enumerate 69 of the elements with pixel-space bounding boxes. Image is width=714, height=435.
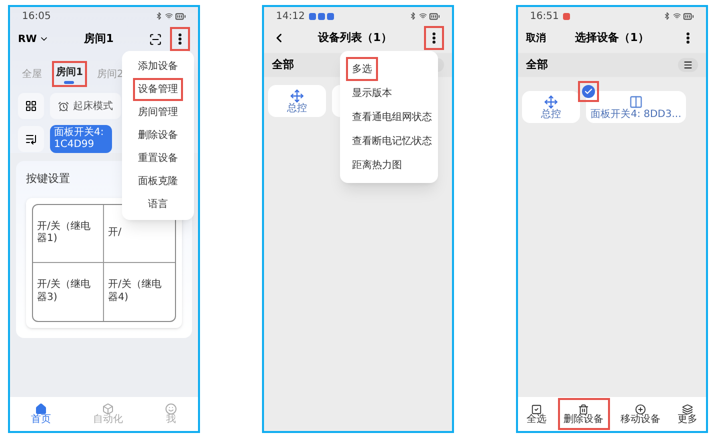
action-button[interactable]: 全选 [520,398,552,430]
menu-item[interactable]: 设备管理 [133,78,183,101]
room-tab[interactable]: 房间1 [52,61,87,87]
device-name: 总控 [541,110,561,120]
alarm-clock-icon [58,100,69,112]
home-selector[interactable]: RW [18,32,49,46]
scan-icon[interactable] [148,32,162,46]
menu-item[interactable]: 房间管理 [133,101,183,124]
cube-icon [102,403,114,415]
wifi-icon [165,12,173,20]
bluetooth-icon [155,12,163,20]
menu-item[interactable]: 多选 [346,57,378,81]
device-chip[interactable]: 面板开关4: 1C4D99 [50,125,112,153]
battery-icon [429,10,440,22]
status-time: 16:51 [530,10,559,24]
cancel-button[interactable]: 取消 [526,30,546,46]
screen-title: 设备列表（1） [318,30,392,46]
move-arrows-icon [290,88,304,102]
more-button[interactable] [170,27,190,51]
plus-circle-icon [635,404,646,414]
menu-item[interactable]: 显示版本 [346,81,398,105]
panel-icon [629,94,643,108]
bluetooth-icon [409,12,417,20]
menu-item[interactable]: 距离热力图 [346,153,408,177]
device-name: 面板开关4: 8DD3... [590,110,682,120]
device-name: 总控 [287,104,307,114]
menu-item[interactable]: 删除设备 [133,124,183,147]
menu-item[interactable]: 查看通电组网状态 [346,105,438,129]
screen-title: 选择设备（1） [575,30,649,46]
checkbox-square-icon [531,404,542,414]
screen-title: 房间1 [84,30,114,47]
layers-icon [682,404,693,414]
device-card[interactable]: 总控 [268,85,326,117]
action-button[interactable]: 更多 [672,398,704,430]
card-title: 按键设置 [26,171,70,187]
status-time: 14:12 [276,10,305,24]
menu-item[interactable]: 添加设备 [133,55,183,78]
bluetooth-icon [663,12,671,20]
group-label: 全部 [272,56,294,73]
move-arrows-icon [544,94,558,108]
more-button[interactable] [424,26,444,50]
device-card[interactable]: 总控 [522,91,580,123]
wifi-icon [419,12,427,20]
add-grid-icon[interactable] [18,93,44,119]
smiley-icon [165,403,177,415]
relay-key[interactable]: 开/关（继电器4) [104,262,175,320]
battery-icon [683,10,694,22]
menu-item[interactable]: 重置设备 [133,147,183,170]
battery-icon [175,10,186,22]
action-button[interactable]: 移动设备 [614,398,666,430]
home-icon [35,403,47,415]
trash-icon [578,404,589,414]
nav-tab[interactable]: 首页 [31,403,51,425]
list-icon[interactable] [18,126,44,152]
status-time: 16:05 [22,10,51,24]
menu-item[interactable]: 查看断电记忆状态 [346,129,438,153]
menu-icon[interactable] [678,58,698,72]
notification-icon [562,12,570,20]
relay-key[interactable]: 开/关（继电器1) [33,204,104,262]
check-icon [584,87,593,96]
relay-key[interactable]: 开/关（继电器3) [33,262,104,320]
group-label: 全部 [526,56,548,73]
action-button[interactable]: 删除设备 [558,398,610,430]
scene-chip[interactable]: 起床模式 [50,93,121,119]
wifi-icon [673,12,681,20]
checkbox[interactable] [582,85,595,98]
device-card[interactable]: 面板开关4: 8DD3... [586,91,686,123]
notification-icons [308,12,334,20]
menu-item[interactable]: 面板克隆 [133,170,183,193]
